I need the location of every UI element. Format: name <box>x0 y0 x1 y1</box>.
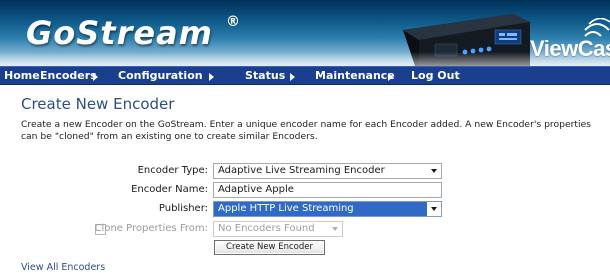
encoder-type-value: Adaptive Live Streaming Encoder <box>218 165 385 176</box>
signal-waves-icon <box>584 18 610 37</box>
page-title: Create New Encoder <box>21 95 175 113</box>
chevron-down-icon <box>431 169 437 173</box>
gostream-logo: GoStream <box>26 14 214 52</box>
encoder-type-select[interactable]: Adaptive Live Streaming Encoder <box>213 163 442 179</box>
encoder-name-value: Adaptive Apple <box>218 184 294 195</box>
viewcast-brand: ViewCas <box>530 36 610 61</box>
registered-mark: ® <box>226 14 240 30</box>
main-nav: Home Encoders Configuration Status Maint… <box>0 66 610 85</box>
publisher-select[interactable]: Apple HTTP Live Streaming <box>213 201 442 217</box>
encoder-type-label: Encoder Type: <box>137 165 208 176</box>
nav-home[interactable]: Home <box>4 69 40 82</box>
header-banner: GoStream ® ViewCas <box>0 0 610 66</box>
page-description: Create a new Encoder on the GoStream. En… <box>21 119 591 142</box>
publisher-label: Publisher: <box>158 203 208 214</box>
nav-configuration[interactable]: Configuration <box>118 69 203 82</box>
clone-source-value: No Encoders Found <box>218 223 315 234</box>
nav-encoders-arrow-icon <box>93 73 98 81</box>
nav-status[interactable]: Status <box>245 69 285 82</box>
chevron-down-icon <box>431 207 437 211</box>
clone-properties-label: Clone Properties From: <box>94 223 208 234</box>
chevron-down-icon <box>332 227 338 231</box>
encoder-device-image <box>403 14 530 66</box>
clone-source-select[interactable]: No Encoders Found <box>213 221 343 237</box>
nav-configuration-arrow-icon <box>209 73 214 81</box>
publisher-value: Apple HTTP Live Streaming <box>218 203 354 214</box>
create-new-encoder-button[interactable]: Create New Encoder <box>214 240 325 255</box>
view-all-encoders-link[interactable]: View All Encoders <box>21 262 105 273</box>
encoder-name-input[interactable]: Adaptive Apple <box>213 182 442 198</box>
nav-status-arrow-icon <box>290 73 295 81</box>
nav-maintenance-arrow-icon <box>388 73 393 81</box>
nav-encoders[interactable]: Encoders <box>40 69 97 82</box>
encoder-name-label: Encoder Name: <box>131 184 208 195</box>
nav-maintenance[interactable]: Maintenance <box>315 69 395 82</box>
nav-log-out[interactable]: Log Out <box>411 69 460 82</box>
